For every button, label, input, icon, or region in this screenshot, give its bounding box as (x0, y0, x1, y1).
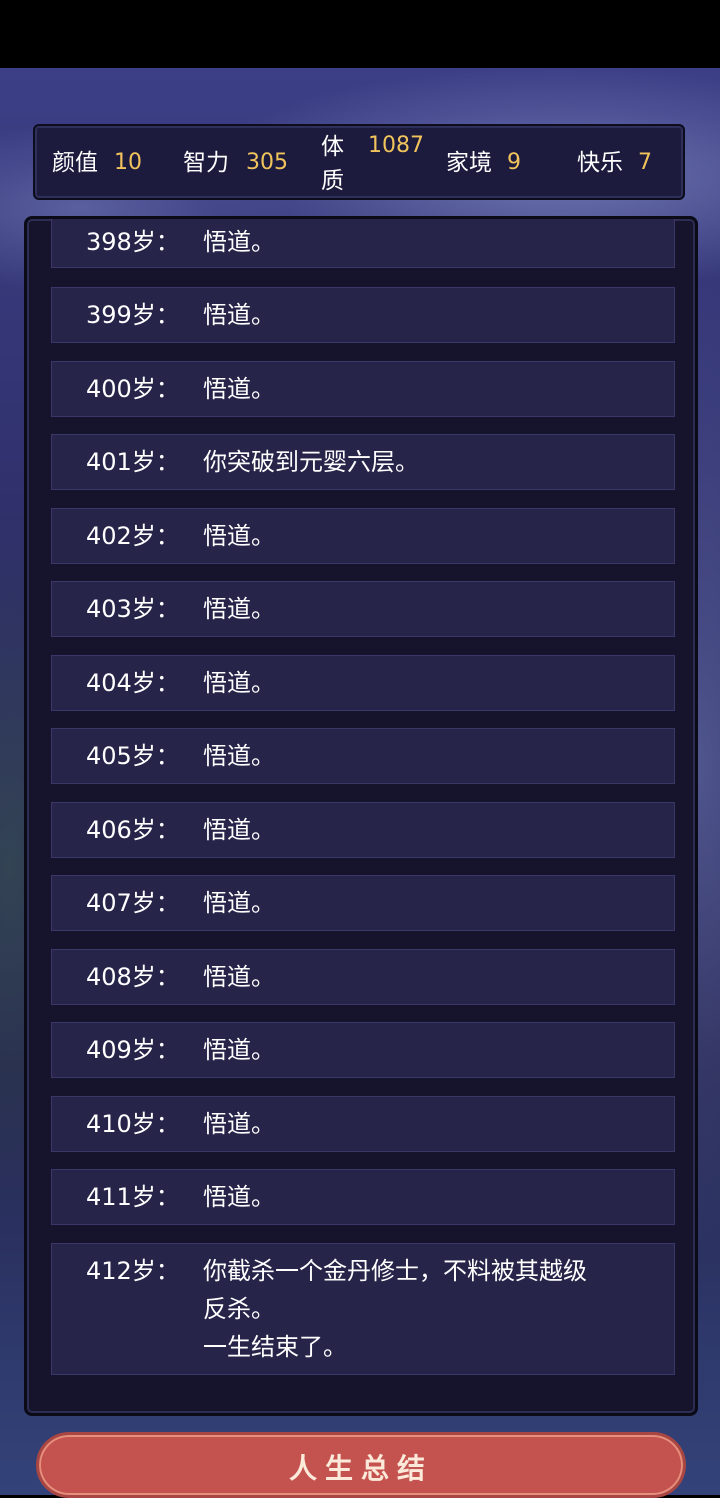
stat-label-appearance: 颜值 (52, 150, 98, 176)
log-age: 402岁： (86, 522, 180, 550)
log-event: 悟道。 (203, 301, 275, 329)
stat-label-family: 家境 (446, 150, 492, 176)
log-event: 悟道。 (203, 816, 275, 844)
log-row: 405岁： 悟道。 (51, 728, 675, 784)
stat-value-appearance: 10 (114, 150, 142, 175)
log-event: 悟道。 (203, 1110, 275, 1138)
stat-label-intelligence: 智力 (183, 150, 229, 176)
life-log-panel: 398岁： 悟道。 399岁： 悟道。 400岁： 悟道。 401岁： 你突破到… (24, 216, 698, 1416)
stat-label-happiness: 快乐 (577, 150, 623, 176)
stat-value-intelligence: 305 (246, 150, 288, 175)
log-row: 404岁： 悟道。 (51, 655, 675, 711)
log-row: 403岁： 悟道。 (51, 581, 675, 637)
log-age: 404岁： (86, 669, 180, 697)
log-row: 401岁： 你突破到元婴六层。 (51, 434, 675, 490)
life-summary-button[interactable]: 人生总结 (36, 1432, 686, 1498)
log-row: 409岁： 悟道。 (51, 1022, 675, 1078)
log-age: 408岁： (86, 963, 180, 991)
log-event: 悟道。 (203, 1036, 275, 1064)
log-age: 403岁： (86, 595, 180, 623)
life-log-list[interactable]: 398岁： 悟道。 399岁： 悟道。 400岁： 悟道。 401岁： 你突破到… (27, 219, 695, 1413)
log-row: 398岁： 悟道。 (51, 219, 675, 268)
log-age: 409岁： (86, 1036, 180, 1064)
log-age: 400岁： (86, 375, 180, 403)
log-row-final: 412岁： 你截杀一个金丹修士，不料被其越级 反杀。 一生结束了。 (51, 1243, 675, 1375)
log-row: 407岁： 悟道。 (51, 875, 675, 931)
life-summary-label: 人生总结 (288, 1452, 433, 1485)
log-event: 悟道。 (203, 963, 275, 991)
stat-value-constitution: 1087 (368, 133, 424, 158)
log-age: 410岁： (86, 1110, 180, 1138)
log-row: 399岁： 悟道。 (51, 287, 675, 343)
log-age: 399岁： (86, 301, 180, 329)
log-row: 408岁： 悟道。 (51, 949, 675, 1005)
log-event: 悟道。 (203, 742, 275, 770)
log-event: 悟道。 (203, 595, 275, 623)
log-event: 悟道。 (203, 375, 275, 403)
log-age: 401岁： (86, 448, 180, 476)
log-row: 410岁： 悟道。 (51, 1096, 675, 1152)
stat-label-constitution: 体质 (321, 134, 344, 194)
log-age: 405岁： (86, 742, 180, 770)
log-event: 悟道。 (203, 1183, 275, 1211)
log-row: 402岁： 悟道。 (51, 508, 675, 564)
stat-value-happiness: 7 (638, 150, 652, 175)
log-age: 406岁： (86, 816, 180, 844)
attribute-bar: 颜值 10 智力 305 体质 1087 家境 9 快乐 7 (33, 124, 685, 200)
log-event: 悟道。 (203, 889, 275, 917)
log-age: 398岁： (86, 228, 180, 256)
log-event: 你截杀一个金丹修士，不料被其越级 反杀。 一生结束了。 (203, 1257, 587, 1361)
log-age: 407岁： (86, 889, 180, 917)
log-row: 400岁： 悟道。 (51, 361, 675, 417)
stat-value-family: 9 (507, 150, 521, 175)
log-age: 412岁： (86, 1257, 180, 1285)
log-event: 你突破到元婴六层。 (203, 448, 419, 476)
log-age: 411岁： (86, 1183, 180, 1211)
log-row: 406岁： 悟道。 (51, 802, 675, 858)
log-event: 悟道。 (203, 522, 275, 550)
log-row: 411岁： 悟道。 (51, 1169, 675, 1225)
log-event: 悟道。 (203, 228, 275, 256)
log-event: 悟道。 (203, 669, 275, 697)
